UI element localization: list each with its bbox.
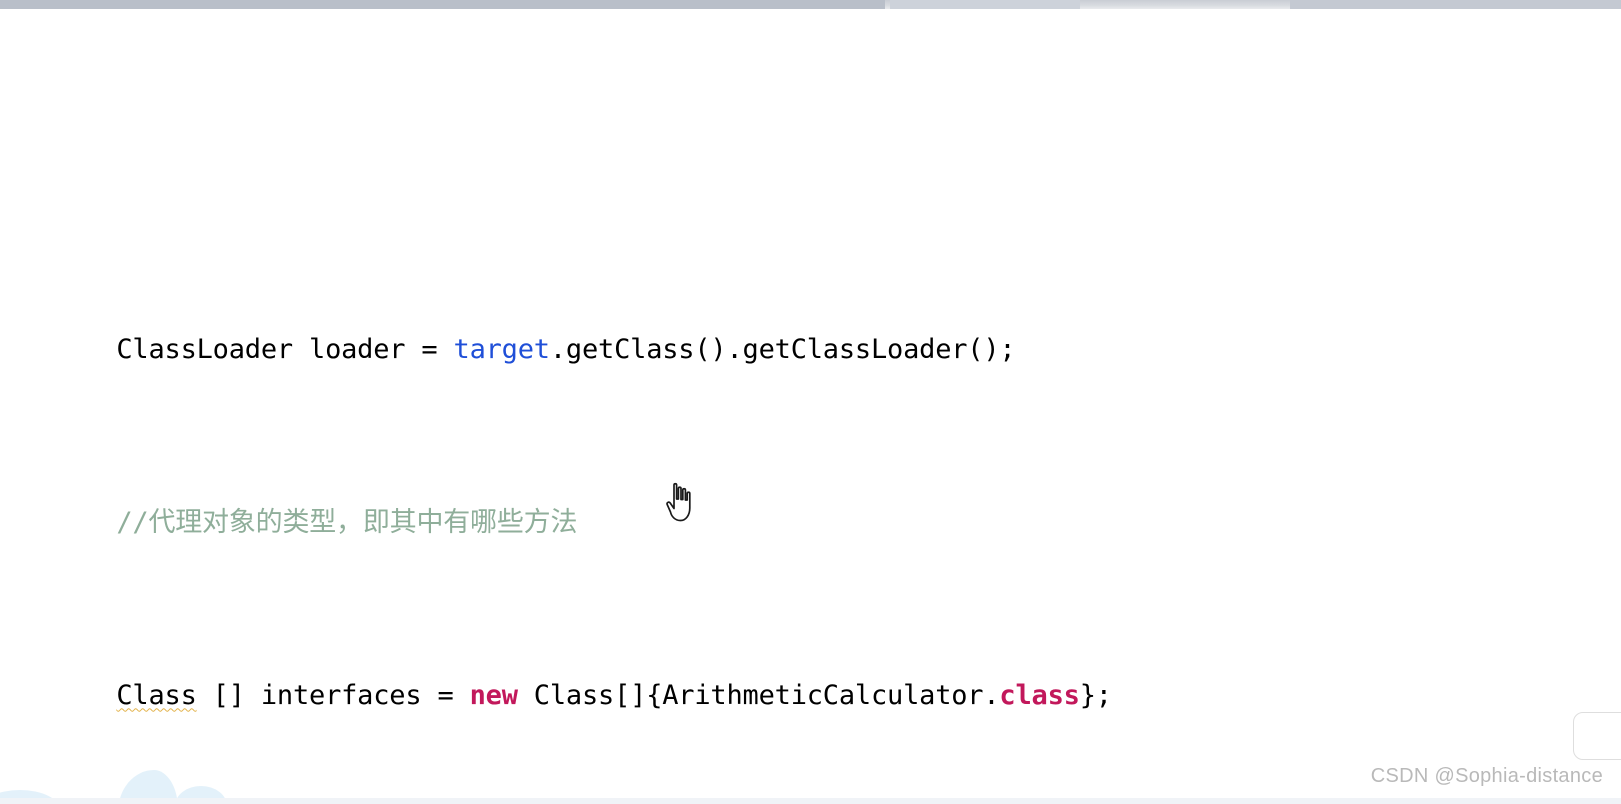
bottom-edge-band <box>0 798 1621 804</box>
corner-panel-chip <box>1573 712 1621 760</box>
code-line[interactable]: //代理对象的类型，即其中有哪些方法 <box>0 472 1621 538</box>
code-token: [] interfaces = <box>196 680 470 712</box>
comment-text: //代理对象的类型，即其中有哪些方法 <box>116 507 578 539</box>
code-line[interactable]: //代理对象由哪一个类加载器负责加载 <box>0 138 1621 160</box>
field-token-target: target <box>453 334 551 366</box>
code-line[interactable]: Class [] interfaces = new Class[]{Arithm… <box>0 645 1621 711</box>
code-token: .getClass().getClassLoader(); <box>549 334 1016 366</box>
keyword-new: new <box>469 680 518 712</box>
code-token: ClassLoader loader = <box>116 334 454 366</box>
code-token: Class[]{ArithmeticCalculator. <box>517 680 1000 712</box>
code-token: }; <box>1079 680 1112 712</box>
code-line[interactable]: ClassLoader loader = target.getClass().g… <box>0 299 1621 365</box>
csdn-watermark: CSDN @Sophia-distance <box>1370 765 1603 787</box>
editor-screen: //代理对象由哪一个类加载器负责加载 ClassLoader loader = … <box>0 0 1621 804</box>
code-editor-text-area[interactable]: //代理对象由哪一个类加载器负责加载 ClassLoader loader = … <box>0 0 1621 804</box>
code-token-class: Class <box>116 680 197 712</box>
keyword-class: class <box>999 680 1080 712</box>
